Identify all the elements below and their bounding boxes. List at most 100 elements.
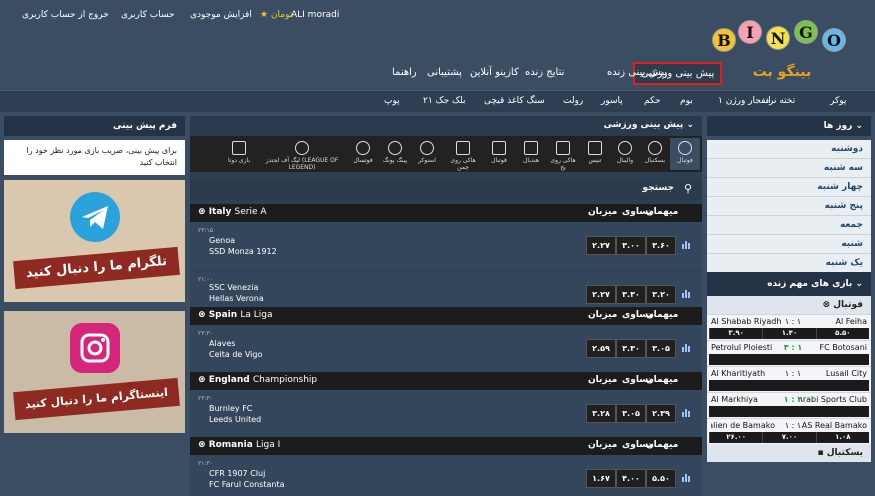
odd-draw[interactable]: ۳.۰۰ (616, 236, 646, 255)
odd-home[interactable]: ۳.۰۵ (646, 339, 676, 358)
telegram-ad[interactable]: تلگرام ما را دنبال کنید (4, 180, 185, 302)
subnav-pop[interactable]: پوپ (384, 96, 400, 106)
odd-away[interactable]: ۲.۲۷ (586, 285, 616, 304)
tab-football[interactable]: فوتبال (670, 138, 700, 170)
basketball-icon (648, 141, 662, 155)
odd-home[interactable]: ۲.۳۹ (646, 404, 676, 423)
tab-tennis[interactable]: تنیس (580, 138, 610, 170)
day-item[interactable]: سه شنبه (707, 159, 871, 178)
live-match[interactable]: Lusail City ۱ : ۱ Al Kharitiyath (707, 366, 871, 392)
deposit-link[interactable]: افزایش موجودی (190, 10, 252, 20)
sportsbook-header: پیش بینی ورزشی ⌄ (190, 116, 702, 136)
tab-dota[interactable]: بازی دوتا (224, 138, 254, 170)
live-match[interactable]: Al Feiha ۱ : ۱ Al Shabab Riyadh ۳.۹۰ ۱.۴… (707, 314, 871, 340)
football-icon: ⊗ (822, 300, 834, 310)
league-icon: ⊗ (198, 440, 209, 450)
odd-away[interactable]: ۲.۲۷ (586, 236, 616, 255)
live-odds (709, 380, 869, 391)
subnav-boom[interactable]: بوم (680, 96, 693, 106)
day-item[interactable]: یک شنبه (707, 254, 871, 273)
ice-hockey-icon (556, 141, 570, 155)
nav-online-casino[interactable]: کازینو آنلاین (470, 67, 519, 78)
day-item[interactable]: جمعه (707, 216, 871, 235)
subnav-rps[interactable]: سنگ کاغذ قیچی (484, 96, 545, 106)
nav-support[interactable]: پشتیبانی (427, 67, 462, 78)
instagram-ad[interactable]: اینستاگرام ما را دنبال کنید (4, 311, 185, 433)
sportsbook-title-text: پیش بینی ورزشی (603, 120, 684, 130)
live-match[interactable]: Al-Arabi Sports Club ۱ : ۴ Al Markhiya (707, 392, 871, 418)
match-time: ۲۳:۳۰ (198, 395, 213, 402)
odd-draw[interactable]: ۳.۳۰ (616, 285, 646, 304)
question-icon (492, 141, 506, 155)
tab-ice-hockey[interactable]: هاکی روی یخ (548, 138, 578, 171)
tab-label: فوتسال (353, 157, 373, 164)
subnav-poker[interactable]: پوکر (830, 96, 846, 106)
odd-home[interactable]: ۵.۵۰ (646, 469, 676, 488)
odd-draw[interactable]: ۴.۰۰ (616, 469, 646, 488)
subnav-roulette[interactable]: رولت (563, 96, 583, 106)
day-item[interactable]: شنبه (707, 235, 871, 254)
tab-league-of-legends[interactable]: لیگ آف لجندز (LEAGUE OF LEGEND) (258, 138, 346, 171)
league-title: Liga I (255, 440, 281, 450)
stats-icon[interactable] (682, 408, 692, 417)
subnav-hokm[interactable]: حکم (644, 96, 661, 106)
stats-icon[interactable] (682, 289, 692, 298)
tab-volleyball[interactable]: والیبال (610, 138, 640, 170)
tab-basketball[interactable]: بسکتبال (640, 138, 670, 170)
live-odd[interactable]: ۵.۵۰ (815, 328, 869, 339)
match-row: ۲۳:۳۰ Alaves Celta de Vigo ۳.۰۵ ۳.۳۰ ۲.۵… (190, 325, 702, 373)
live-odd[interactable]: ۱.۴۰ (762, 328, 815, 339)
tab-label: اسنوکر (418, 157, 436, 164)
col-draw: مساوی (622, 310, 654, 320)
odd-home[interactable]: ۳.۶۰ (646, 236, 676, 255)
odd-draw[interactable]: ۳.۰۵ (616, 404, 646, 423)
live-sport-header: ⊗ فوتبال (707, 296, 871, 314)
stats-icon[interactable] (682, 240, 692, 249)
subnav-crash[interactable]: انفجار ورژن ۱ (718, 96, 771, 106)
tab-american-football[interactable]: فوتبال (484, 138, 514, 170)
odd-home[interactable]: ۳.۲۰ (646, 285, 676, 304)
stats-icon[interactable] (682, 473, 692, 482)
league-name: ⊗ England Championship (198, 375, 317, 385)
tab-snooker[interactable]: اسنوکر (412, 138, 442, 170)
day-item[interactable]: چهار شنبه (707, 178, 871, 197)
live-odd[interactable]: ۷.۰۰ (762, 432, 815, 443)
tab-field-hockey[interactable]: هاکی روی چمن (448, 138, 478, 171)
col-draw: مساوی (622, 440, 654, 450)
tab-label: هاکی روی چمن (450, 157, 476, 171)
day-item[interactable]: دوشنبه (707, 140, 871, 159)
logout-link[interactable]: خروج از حساب کاربری (22, 10, 109, 20)
account-link[interactable]: حساب کاربری (121, 10, 175, 20)
live-odd[interactable]: ۲۶.۰۰ (709, 432, 762, 443)
tab-futsal[interactable]: فوتسال (348, 138, 378, 170)
live-home: FC Botosani (819, 343, 867, 352)
nav-live-results[interactable]: نتایج زنده (525, 67, 564, 78)
match-row: ۲۳:۱۵ Genoa SSD Monza 1912 ۳.۶۰ ۳.۰۰ ۲.۲… (190, 222, 702, 270)
search-bar[interactable]: ⚲ جستجو (190, 178, 702, 200)
live-sport-header: ▪ بسکتبال (707, 444, 871, 462)
subnav-pasur[interactable]: پاسور (601, 96, 623, 106)
nav-help[interactable]: راهنما (392, 67, 417, 78)
live-matches-panel: ⌄ بازی های مهم زنده ⊗ فوتبال Al Feiha ۱ … (707, 272, 871, 462)
stats-icon[interactable] (682, 343, 692, 352)
day-item[interactable]: پنج شنبه (707, 197, 871, 216)
live-odd[interactable]: ۱.۰۸ (815, 432, 869, 443)
live-odd[interactable]: ۳.۹۰ (709, 328, 762, 339)
subnav-blackjack[interactable]: بلک جک ۲۱ (423, 96, 466, 106)
tab-label: هاکی روی یخ (550, 157, 576, 171)
league-country: England (208, 375, 250, 385)
live-match[interactable]: FC Botosani ۳ : ۱ Petrolul Ploiesti (707, 340, 871, 366)
team-home: Genoa (209, 236, 235, 245)
odd-away[interactable]: ۱.۶۷ (586, 469, 616, 488)
odd-away[interactable]: ۳.۲۸ (586, 404, 616, 423)
volleyball-icon (618, 141, 632, 155)
live-match[interactable]: AS Real Bamako ۱ : ۱ Stade Malien de Bam… (707, 418, 871, 444)
tab-ping-pong[interactable]: پینگ پونگ (380, 138, 410, 170)
odd-away[interactable]: ۲.۵۹ (586, 339, 616, 358)
odd-draw[interactable]: ۳.۳۰ (616, 339, 646, 358)
nav-live-betting[interactable]: پیش بینی زنده (607, 67, 667, 78)
league-header: ⊗ Italy Serie A میهمان مساوی میزبان (190, 204, 702, 222)
tab-handball[interactable]: هندبال (516, 138, 546, 170)
team-away: Celta de Vigo (209, 350, 263, 359)
site-logo[interactable]: B I N G O بینگو بت (712, 20, 852, 80)
